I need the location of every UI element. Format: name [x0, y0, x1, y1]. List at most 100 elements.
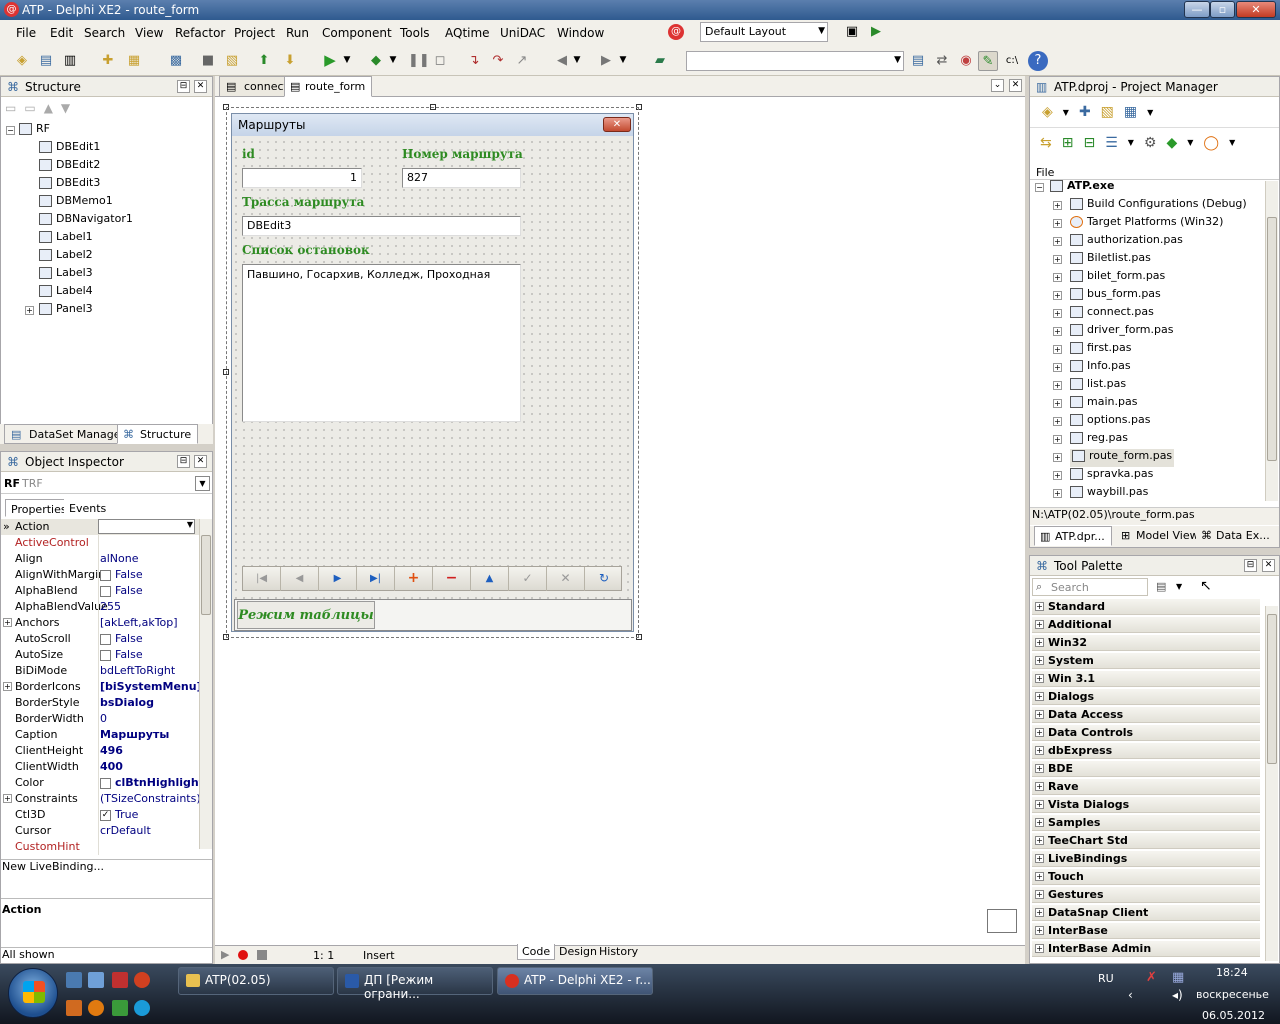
- palette-group[interactable]: + Additional: [1032, 617, 1260, 633]
- minimize-button[interactable]: —: [1184, 1, 1210, 18]
- tab-route-form[interactable]: ▤ route_form: [284, 76, 373, 97]
- pm-file-item[interactable]: authorization.pas: [1070, 233, 1183, 251]
- start-button[interactable]: [8, 968, 58, 1018]
- pm-file-item[interactable]: route_form.pas: [1070, 449, 1175, 467]
- structure-item[interactable]: DBMemo1: [39, 194, 113, 212]
- run-dropdown-icon[interactable]: ▼: [342, 51, 352, 71]
- toggle-icon[interactable]: ⇄: [932, 51, 952, 71]
- pm-scrollbar[interactable]: [1265, 181, 1278, 501]
- nav-forward-dropdown-icon[interactable]: ▼: [618, 51, 628, 71]
- expand-icon[interactable]: +: [1053, 309, 1062, 318]
- form-close-icon[interactable]: ✕: [603, 117, 631, 132]
- save-desktop-icon[interactable]: ▣: [842, 22, 862, 42]
- pointer-icon[interactable]: ↖: [1200, 578, 1212, 594]
- property-value[interactable]: 0: [100, 712, 107, 725]
- property-row[interactable]: AlphaBlendValue 255: [1, 599, 199, 615]
- palette-scrollbar[interactable]: [1265, 606, 1278, 961]
- menu-component[interactable]: Component: [322, 26, 392, 40]
- property-row[interactable]: BiDiMode bdLeftToRight: [1, 663, 199, 679]
- nav-post-button[interactable]: ✓: [509, 567, 547, 591]
- nav-delete-button[interactable]: −: [433, 567, 471, 591]
- help-icon[interactable]: ?: [1028, 51, 1048, 71]
- checkbox[interactable]: ✓: [100, 809, 111, 821]
- dbedit-route-number[interactable]: 827: [402, 168, 521, 188]
- property-row[interactable]: Ctl3D ✓ True: [1, 807, 199, 823]
- categories-icon[interactable]: ▤: [1156, 580, 1166, 593]
- dbedit-id[interactable]: 1: [242, 168, 362, 188]
- structure-item[interactable]: Panel3: [39, 302, 93, 320]
- help-book-icon[interactable]: ▰: [650, 51, 670, 71]
- menu-tools[interactable]: Tools: [400, 26, 430, 40]
- pm-file-item[interactable]: options.pas: [1070, 413, 1150, 431]
- chevron-down-icon[interactable]: ▼: [1063, 108, 1069, 117]
- task-delphi[interactable]: ATP - Delphi XE2 - r...: [497, 967, 653, 995]
- stop-icon[interactable]: ◻: [430, 51, 450, 71]
- palette-group[interactable]: + Dialogs: [1032, 689, 1260, 705]
- menu-search[interactable]: Search: [84, 26, 125, 40]
- tree-add-icon[interactable]: ⊞: [1062, 135, 1074, 151]
- step-over-icon[interactable]: ↷: [488, 51, 508, 71]
- palette-group[interactable]: + System: [1032, 653, 1260, 669]
- new-items-icon[interactable]: ◈: [12, 51, 32, 71]
- macro-play-icon[interactable]: ▶: [221, 948, 229, 961]
- tree-remove-icon[interactable]: ⊟: [1083, 135, 1095, 151]
- pin-icon[interactable]: ⊟: [1244, 559, 1257, 572]
- expand-icon[interactable]: +: [1053, 363, 1062, 372]
- form-design-icon[interactable]: ✎: [978, 51, 998, 71]
- property-value[interactable]: [akLeft,akTop]: [100, 616, 178, 629]
- property-value[interactable]: False: [100, 648, 143, 661]
- quicklaunch-delphi-icon[interactable]: [134, 972, 150, 988]
- expand-icon[interactable]: +: [3, 794, 12, 803]
- property-value[interactable]: [biSystemMenu]: [100, 680, 199, 693]
- chevron-down-icon[interactable]: ▼: [1187, 138, 1193, 147]
- save-all-icon[interactable]: ▩: [166, 51, 186, 71]
- property-scrollbar[interactable]: [199, 519, 212, 849]
- new-project-icon[interactable]: ◈: [1042, 104, 1053, 120]
- expand-icon[interactable]: +: [1053, 201, 1062, 210]
- property-value[interactable]: bsDialog: [100, 696, 154, 709]
- tab-code[interactable]: Code: [517, 944, 556, 960]
- menu-view[interactable]: View: [135, 26, 163, 40]
- language-indicator[interactable]: RU: [1098, 972, 1114, 985]
- live-binding-link[interactable]: New LiveBinding...: [1, 859, 212, 881]
- move-down-icon[interactable]: ▼: [61, 101, 70, 115]
- task-document[interactable]: ДП [Режим ограни...: [337, 967, 493, 1001]
- pm-file-item[interactable]: waybill.pas: [1070, 485, 1148, 503]
- scrollbar-thumb[interactable]: [1267, 614, 1277, 764]
- pm-file-item[interactable]: Info.pas: [1070, 359, 1131, 377]
- close-button[interactable]: ✕: [1236, 1, 1276, 18]
- quicklaunch-app-icon[interactable]: [112, 972, 128, 988]
- expand-icon[interactable]: +: [25, 306, 34, 315]
- pm-file-item[interactable]: Biletlist.pas: [1070, 251, 1151, 269]
- volume-icon[interactable]: ◂): [1172, 988, 1183, 1002]
- label-route-number[interactable]: Номер маршрута: [402, 147, 523, 161]
- checkbox[interactable]: [100, 777, 111, 789]
- palette-group[interactable]: + Vista Dialogs: [1032, 797, 1260, 813]
- dbmemo-stops[interactable]: Павшино, Госархив, Колледж, Проходная: [242, 264, 521, 422]
- designer-corner-box[interactable]: [987, 909, 1017, 933]
- palette-group[interactable]: + Samples: [1032, 815, 1260, 831]
- structure-item[interactable]: Label2: [39, 248, 93, 266]
- property-row[interactable]: AlphaBlend False: [1, 583, 199, 599]
- expand-icon[interactable]: +: [1053, 237, 1062, 246]
- nav-first-button[interactable]: |◀: [243, 567, 281, 591]
- quicklaunch-tool-icon[interactable]: [66, 1000, 82, 1016]
- palette-group[interactable]: + Win32: [1032, 635, 1260, 651]
- palette-group[interactable]: + Rave: [1032, 779, 1260, 795]
- pm-file-item[interactable]: Target Platforms (Win32): [1070, 215, 1223, 233]
- label-stops[interactable]: Список остановок: [242, 243, 370, 257]
- palette-group[interactable]: + Win 3.1: [1032, 671, 1260, 687]
- close-icon[interactable]: ✕: [194, 455, 207, 468]
- property-value[interactable]: alNone: [100, 552, 139, 565]
- run-icon[interactable]: ▶: [320, 51, 340, 71]
- tray-icon[interactable]: ✗: [1146, 970, 1157, 985]
- maximize-button[interactable]: ▫: [1210, 1, 1235, 18]
- nav-refresh-button[interactable]: ↻: [585, 567, 623, 591]
- macro-record-icon[interactable]: [238, 950, 248, 960]
- structure-item[interactable]: DBEdit2: [39, 158, 100, 176]
- quicklaunch-desktop-icon[interactable]: [88, 972, 104, 988]
- property-value[interactable]: 496: [100, 744, 123, 757]
- property-row[interactable]: BorderWidth 0: [1, 711, 199, 727]
- tab-project[interactable]: ▥ ATP.dpr...: [1034, 526, 1112, 546]
- reopen-icon[interactable]: ▧: [222, 51, 242, 71]
